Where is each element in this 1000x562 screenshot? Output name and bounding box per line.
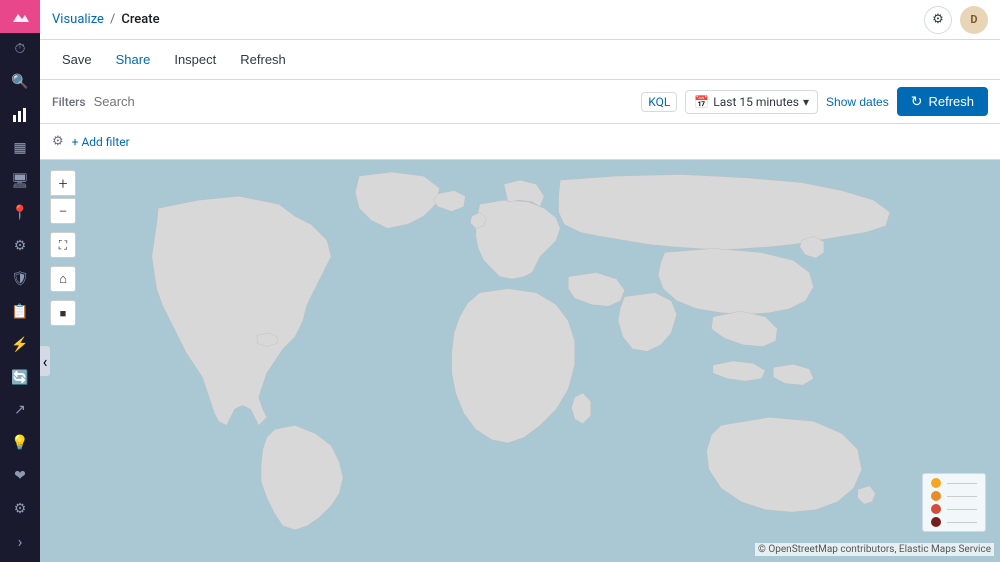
refresh-icon: ↻ [911,93,923,110]
legend-line-4 [947,522,977,523]
sidebar-item-dashboard[interactable]: ▦ [0,131,40,164]
square-select-button[interactable]: ■ [50,300,76,326]
topbar: Visualize / Create ⚙ D [40,0,1000,40]
home-button[interactable]: ⌂ [50,266,76,292]
world-map [40,160,1000,562]
legend-item-4 [931,517,977,527]
legend-dot-2 [931,491,941,501]
legend-item-1 [931,478,977,488]
sidebar-item-dev[interactable]: ↗ [0,394,40,427]
sidebar-item-settings[interactable]: ⚙ [0,492,40,525]
main-refresh-button[interactable]: ↻ Refresh [897,87,988,116]
map-legend [922,473,986,532]
refresh-button[interactable]: Refresh [230,48,296,71]
sidebar-item-monitoring[interactable]: ❤ [0,460,40,493]
add-filter-link[interactable]: + Add filter [72,135,130,149]
breadcrumb-current: Create [121,12,159,27]
share-button[interactable]: Share [106,48,161,71]
zoom-out-button[interactable]: − [50,198,76,224]
time-filter[interactable]: 📅 Last 15 minutes ▾ [685,90,818,114]
add-filter-row: ⚙ + Add filter [40,124,1000,160]
sidebar-expand-button[interactable]: › [0,525,40,558]
sidebar-item-canvas[interactable]: 🖥 [0,164,40,197]
legend-line-2 [947,496,977,497]
sidebar-item-apm[interactable]: ⚡ [0,328,40,361]
map-attribution: © OpenStreetMap contributors, Elastic Ma… [755,543,994,556]
sidebar-item-ml[interactable]: ⚙ [0,230,40,263]
sidebar-item-maps[interactable]: 📍 [0,197,40,230]
settings-button[interactable]: ⚙ [924,6,952,34]
sidebar-item-logs[interactable]: 📋 [0,295,40,328]
app-logo[interactable] [0,0,40,33]
zoom-in-button[interactable]: + [50,170,76,196]
filters-label: Filters [52,95,86,109]
legend-item-3 [931,504,977,514]
editor-toolbar: Save Share Inspect Refresh [40,40,1000,80]
kql-button[interactable]: KQL [641,92,677,112]
search-input[interactable] [94,88,634,116]
legend-line-1 [947,483,977,484]
breadcrumb-visualize[interactable]: Visualize [52,12,104,27]
legend-dot-1 [931,478,941,488]
time-range-label: Last 15 minutes [713,95,799,109]
sidebar-item-alerts[interactable]: 💡 [0,427,40,460]
sidebar-item-discover[interactable]: 🔍 [0,66,40,99]
legend-dot-4 [931,517,941,527]
sidebar-item-uptime[interactable]: 🔄 [0,361,40,394]
legend-dot-3 [931,504,941,514]
sidebar-item-visualize[interactable] [0,98,40,131]
breadcrumb-separator: / [110,12,115,27]
filter-bar: Filters KQL 📅 Last 15 minutes ▾ Show dat… [40,80,1000,124]
sidebar-item-security[interactable]: 🛡 [0,263,40,296]
save-button[interactable]: Save [52,48,102,71]
inspect-button[interactable]: Inspect [164,48,226,71]
main-content: Visualize / Create ⚙ D Save Share Inspec… [40,0,1000,562]
collapse-handle[interactable]: ‹ [40,346,50,376]
calendar-icon: 📅 [694,95,709,109]
sidebar: ⏱ 🔍 ▦ 🖥 📍 ⚙ 🛡 📋 ⚡ 🔄 ↗ 💡 ❤ ⚙ › [0,0,40,562]
show-dates-button[interactable]: Show dates [826,95,889,109]
fit-bounds-button[interactable]: ⛶ [50,232,76,258]
legend-line-3 [947,509,977,510]
user-avatar[interactable]: D [960,6,988,34]
breadcrumb: Visualize / Create [52,12,160,27]
chevron-down-icon: ▾ [803,95,809,109]
map-zoom-controls: + − ⛶ ⌂ ■ [50,170,76,332]
refresh-label: Refresh [928,94,974,109]
sidebar-item-recent[interactable]: ⏱ [0,33,40,66]
filter-gear-icon[interactable]: ⚙ [52,134,64,149]
map-container[interactable]: ‹ [40,160,1000,562]
legend-item-2 [931,491,977,501]
